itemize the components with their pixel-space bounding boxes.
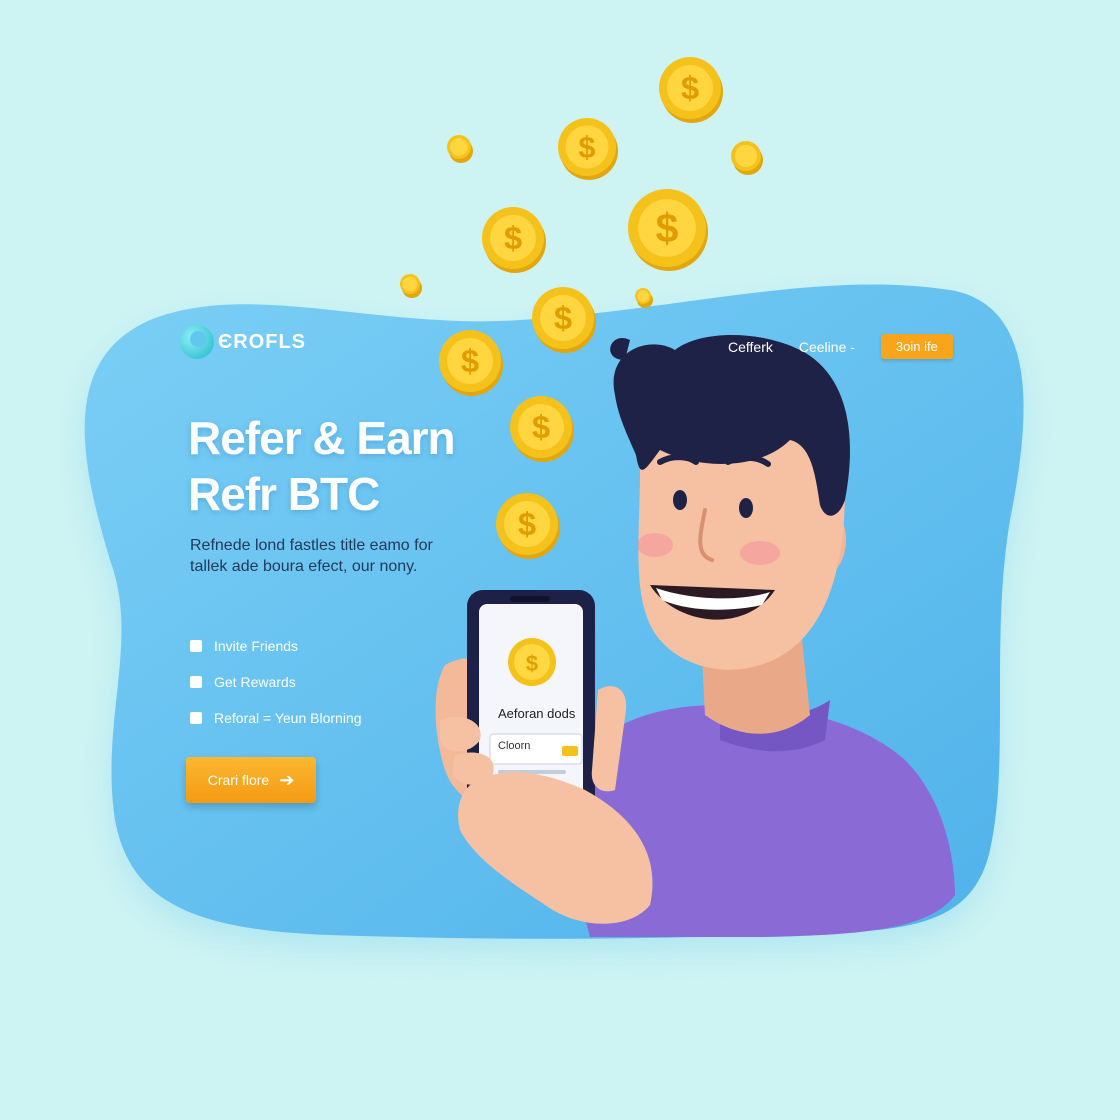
feature-item-rewards[interactable]: Get Rewards [190,664,362,700]
cta-label: Crari flore [207,772,270,788]
top-nav: Cefferk Ceeline - 3oin ife [728,334,953,359]
brand-logo[interactable]: ЄROFLS [180,325,306,359]
man-holding-phone-illustration: $ [435,335,955,937]
checkbox-icon[interactable] [190,712,202,724]
feature-item-invite[interactable]: Invite Friends [190,628,362,664]
nav-link-ceeline[interactable]: Ceeline - [799,339,855,355]
feature-checklist: Invite Friends Get Rewards Reforal = Yeu… [190,628,362,736]
phone-screen-title: Aeforan dods [498,706,576,721]
headline-line-2: Refr BTC [188,468,380,520]
nav-link-cefferk[interactable]: Cefferk [728,339,773,355]
checkbox-icon[interactable] [190,640,202,652]
cta-button[interactable]: Crari flore ➔ [186,757,316,803]
feature-label: Get Rewards [214,674,296,690]
landing-page: $ $ $ $ $ $ $ $ $ ЄROFLS Cefferk Ceeline - 3oin… [0,0,1120,1120]
feature-label: Reforal = Yeun Blorning [214,710,362,726]
hero-headline: Refer & Earn Refr BTC [188,410,456,522]
phone-field-label[interactable]: Cloorn [498,740,530,752]
checkbox-icon[interactable] [190,676,202,688]
feature-label: Invite Friends [214,638,299,654]
join-button[interactable]: 3oin ife [880,334,953,359]
arrow-right-icon: ➔ [279,769,295,790]
svg-text:$: $ [526,651,538,676]
wave-logo-icon [180,325,214,359]
brand-name: ЄROFLS [218,330,307,353]
feature-item-referral[interactable]: Reforal = Yeun Blorning [190,700,362,736]
headline-line-1: Refer & Earn [188,412,456,464]
hero-subtitle: Refnede lond fastles title eamo for tall… [190,537,433,575]
